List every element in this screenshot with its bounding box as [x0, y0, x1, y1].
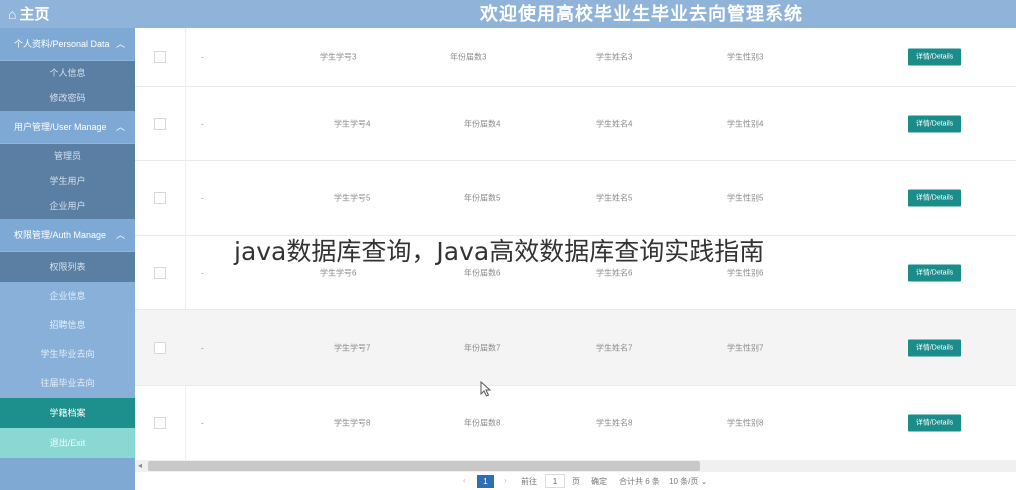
row-checkbox[interactable] [154, 266, 166, 279]
student-gender-cell: 学生性别4 [727, 119, 764, 128]
student-gender-cell: 学生性别5 [727, 193, 764, 203]
home-link[interactable]: ⌂ 主页 [8, 3, 49, 25]
row-dash: - [201, 343, 204, 352]
pagination: ‹ 1 › 前往 页 确定 合计共 6 条 10 条/页 ⌄ [135, 472, 1016, 490]
current-page-button[interactable]: 1 [477, 475, 494, 488]
sidebar-item-personal-info[interactable]: 个人信息 [0, 61, 135, 86]
sidebar-group-personal-data[interactable]: 个人资料/Personal Data ︿ [0, 28, 135, 61]
top-header-bar: ⌂ 主页 欢迎使用高校毕业生毕业去向管理系统 [0, 0, 1016, 28]
sidebar-item-permission-list[interactable]: 权限列表 [0, 252, 135, 282]
row-dash: - [201, 418, 204, 428]
student-gender-cell: 学生性别8 [727, 418, 764, 428]
row-dash: - [201, 119, 204, 128]
details-button[interactable]: 详情/Details [908, 189, 961, 207]
student-number-cell: 学生学号5 [334, 193, 371, 203]
sidebar-item-company-users[interactable]: 企业用户 [0, 194, 135, 219]
row-checkbox[interactable] [154, 341, 166, 354]
sidebar-group-label: 用户管理/User Manage [14, 122, 107, 132]
home-icon: ⌂ [8, 6, 17, 22]
student-name-cell: 学生姓名3 [596, 52, 633, 62]
details-button[interactable]: 详情/Details [908, 115, 961, 132]
graduation-year-cell: 年份届数7 [464, 343, 501, 352]
row-checkbox[interactable] [154, 417, 166, 429]
sidebar-item-student-records[interactable]: 学籍档案 [0, 398, 135, 428]
chevron-up-icon: ︿ [115, 122, 125, 132]
sidebar-item-change-password[interactable]: 修改密码 [0, 86, 135, 111]
table-row: - 学生学号6 年份届数6 学生姓名6 学生性别6 详情/Details [135, 236, 1016, 310]
row-dash: - [201, 268, 204, 277]
scrollbar-thumb[interactable] [148, 461, 700, 471]
confirm-button[interactable]: 确定 [591, 476, 607, 487]
sidebar-item-company-info[interactable]: 企业信息 [0, 282, 135, 311]
page-size-select[interactable]: 10 条/页 ⌄ [669, 476, 707, 487]
details-button[interactable]: 详情/Details [908, 264, 961, 281]
table-row: - 学生学号3 年份届数3 学生姓名3 学生性别3 详情/Details [135, 28, 1016, 87]
row-dash: - [201, 193, 204, 203]
row-checkbox[interactable] [154, 117, 166, 130]
table-row: - 学生学号5 年份届数5 学生姓名5 学生性别5 详情/Details [135, 161, 1016, 236]
student-name-cell: 学生姓名8 [596, 418, 633, 428]
student-name-cell: 学生姓名4 [596, 119, 633, 128]
sidebar-group-label: 权限管理/Auth Manage [14, 230, 107, 240]
student-number-cell: 学生学号3 [320, 52, 357, 62]
details-button[interactable]: 详情/Details [908, 48, 961, 66]
student-gender-cell: 学生性别7 [727, 343, 764, 352]
sidebar-item-past-destination[interactable]: 往届毕业去向 [0, 369, 135, 398]
student-name-cell: 学生姓名6 [596, 268, 633, 277]
row-dash: - [201, 52, 204, 62]
sidebar-group-label: 个人资料/Personal Data [14, 39, 110, 49]
chevron-up-icon: ︿ [115, 230, 125, 240]
chevron-up-icon: ︿ [115, 39, 125, 49]
system-title: 欢迎使用高校毕业生毕业去向管理系统 [480, 4, 803, 24]
details-button[interactable]: 详情/Details [908, 339, 961, 356]
student-number-cell: 学生学号4 [334, 119, 371, 128]
sidebar-item-student-users[interactable]: 学生用户 [0, 169, 135, 194]
student-name-cell: 学生姓名7 [596, 343, 633, 352]
table-row: - 学生学号4 年份届数4 学生姓名4 学生性别4 详情/Details [135, 87, 1016, 161]
chevron-down-icon: ⌄ [700, 477, 708, 486]
table-row: - 学生学号7 年份届数7 学生姓名7 学生性别7 详情/Details [135, 310, 1016, 386]
chevron-left-icon[interactable]: ‹ [463, 476, 466, 485]
goto-label: 前往 [521, 477, 537, 486]
home-label: 主页 [19, 6, 50, 23]
page-unit-label: 页 [572, 477, 580, 486]
graduation-year-cell: 年份届数5 [464, 193, 501, 203]
goto-page-input[interactable] [545, 474, 565, 488]
sidebar-item-graduate-destination[interactable]: 学生毕业去向 [0, 340, 135, 369]
student-gender-cell: 学生性别6 [727, 268, 764, 277]
table-row: - 学生学号8 年份届数8 学生姓名8 学生性别8 详情/Details [135, 386, 1016, 460]
graduation-year-cell: 年份届数6 [464, 268, 501, 277]
student-name-cell: 学生姓名5 [596, 193, 633, 203]
chevron-right-icon[interactable]: › [504, 476, 507, 485]
student-number-cell: 学生学号8 [334, 418, 371, 428]
student-number-cell: 学生学号6 [320, 268, 357, 277]
student-gender-cell: 学生性别3 [727, 52, 764, 62]
sidebar-group-auth-manage[interactable]: 权限管理/Auth Manage ︿ [0, 219, 135, 252]
graduation-year-cell: 年份届数3 [450, 52, 487, 62]
row-checkbox[interactable] [154, 51, 166, 63]
scroll-left-arrow-icon[interactable]: ◂ [138, 460, 142, 472]
horizontal-scrollbar[interactable]: ◂ [135, 460, 1016, 472]
sidebar-item-recruitment-info[interactable]: 招聘信息 [0, 311, 135, 340]
records-table: - 学生学号3 年份届数3 学生姓名3 学生性别3 详情/Details - 学… [135, 28, 1016, 460]
details-button[interactable]: 详情/Details [908, 414, 961, 432]
graduation-year-cell: 年份届数4 [464, 119, 501, 128]
row-checkbox[interactable] [154, 192, 166, 204]
sidebar-item-admin[interactable]: 管理员 [0, 144, 135, 169]
sidebar-group-user-manage[interactable]: 用户管理/User Manage ︿ [0, 111, 135, 144]
graduation-year-cell: 年份届数8 [464, 418, 501, 428]
student-number-cell: 学生学号7 [334, 343, 371, 352]
sidebar: 个人资料/Personal Data ︿ 个人信息 修改密码 用户管理/User… [0, 28, 135, 490]
total-count-label: 合计共 6 条 [619, 477, 660, 486]
sidebar-item-exit[interactable]: 退出/Exit [0, 428, 135, 458]
page-size-label: 10 条/页 [669, 477, 699, 486]
